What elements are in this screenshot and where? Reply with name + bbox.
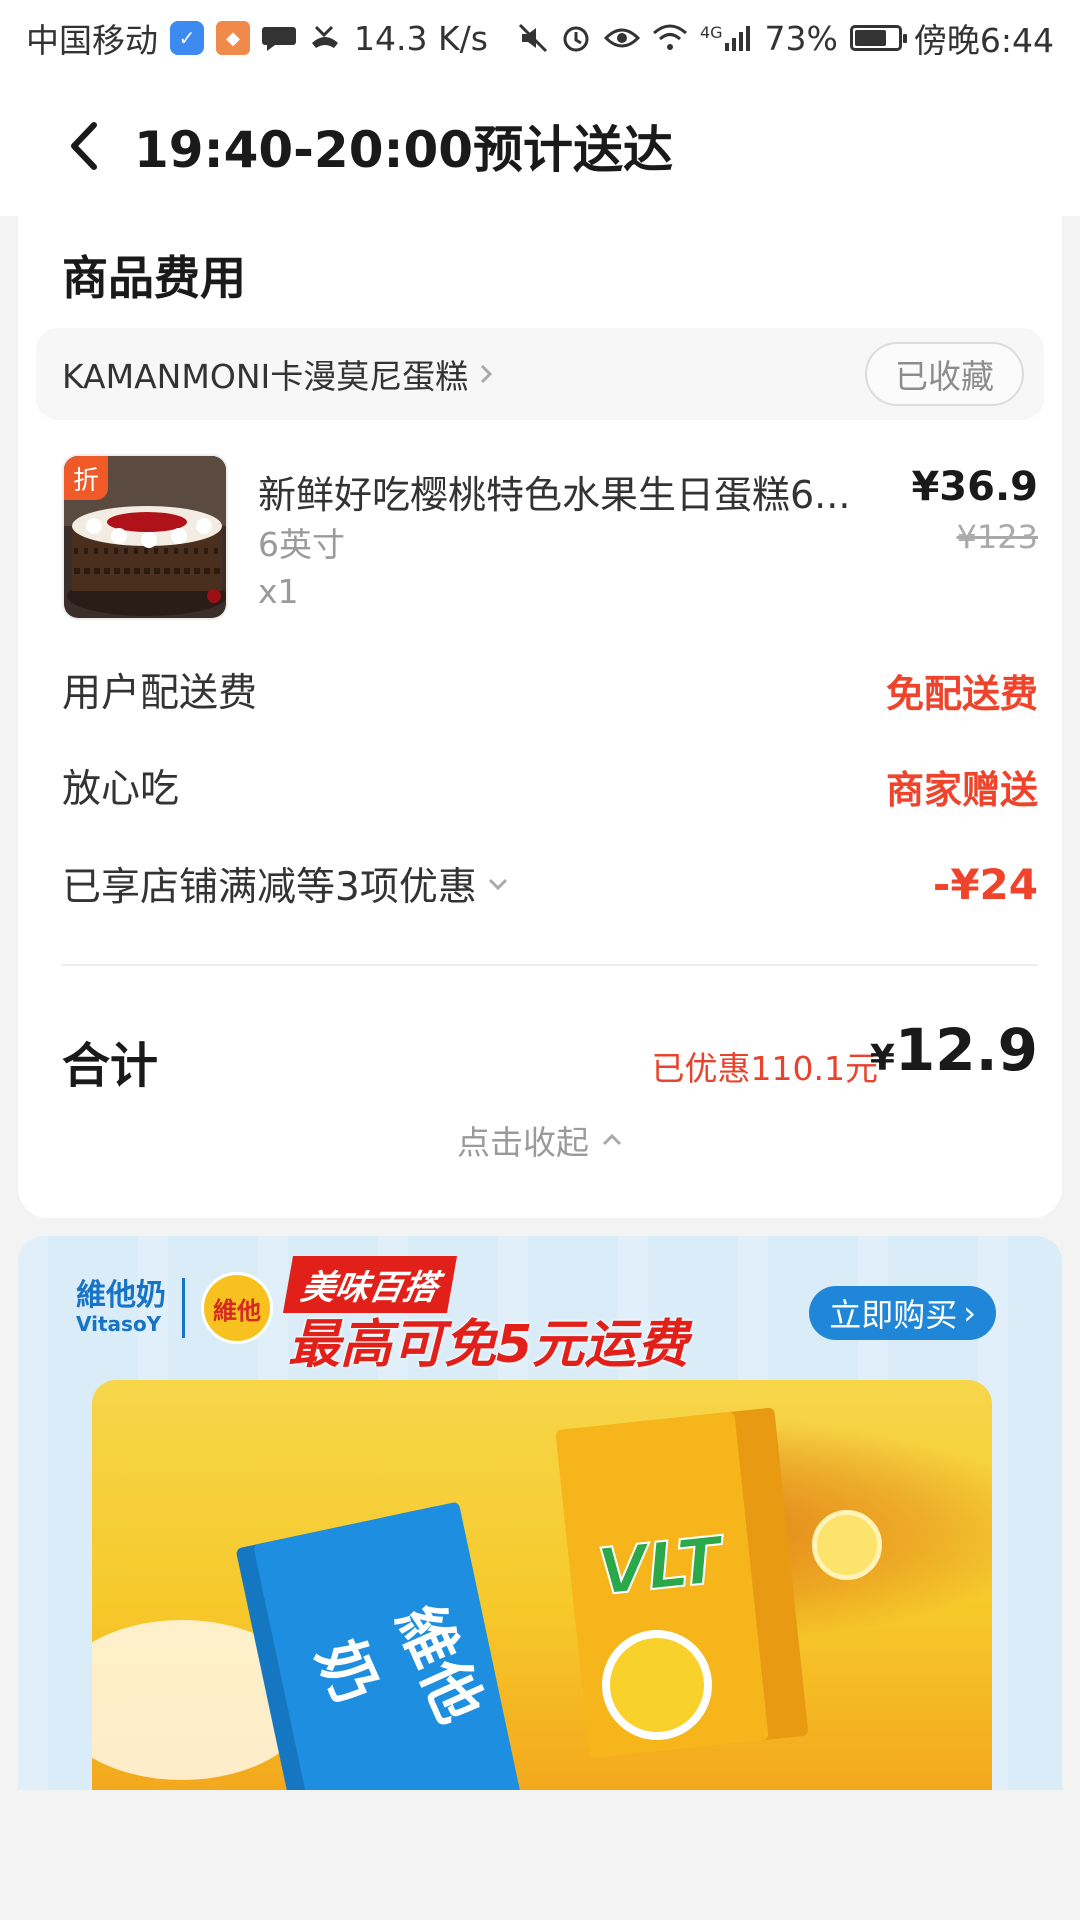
food-safety-row: 放心吃 商家赠送 — [62, 756, 1038, 816]
brand-en: VitasoY — [76, 1312, 162, 1336]
total-label: 合计 — [62, 1038, 159, 1094]
product-name: 新鲜好吃樱桃特色水果生日蛋糕6... — [258, 473, 851, 517]
status-right: 4G 73% 傍晚6:44 — [518, 14, 1054, 62]
divider — [62, 964, 1038, 966]
food-safety-value: 商家赠送 — [885, 767, 1038, 812]
clock: 傍晚6:44 — [913, 21, 1054, 60]
product-price: ¥36.9 — [911, 464, 1038, 510]
wifi-icon — [652, 23, 688, 53]
promo-line-2: 最高可免5元运费 — [288, 1315, 689, 1375]
favorite-button[interactable]: 已收藏 — [865, 342, 1024, 406]
store-link[interactable]: KAMANMONI卡漫莫尼蛋糕 — [62, 350, 494, 398]
brand-separator — [182, 1278, 185, 1338]
lemon-tea-pack-label: VLT — [594, 1523, 726, 1611]
message-icon — [262, 23, 296, 53]
total-number: 12.9 — [894, 1016, 1038, 1084]
collapse-button[interactable]: 点击收起 — [18, 1116, 1062, 1164]
collapse-label: 点击收起 — [457, 1123, 589, 1162]
discount-row[interactable]: 已享店铺满减等3项优惠 -¥24 — [62, 854, 1038, 914]
network-speed: 14.3 K/s — [354, 18, 488, 58]
delivery-fee-row: 用户配送费 免配送费 — [62, 660, 1038, 720]
lemon-slice — [602, 1630, 712, 1740]
discount-label: 已享店铺满减等3项优惠 — [62, 865, 477, 910]
product-thumbnail[interactable]: 折 — [62, 454, 228, 620]
battery-icon — [849, 25, 907, 51]
brand-block: 維他奶 VitasoY 維他 — [76, 1272, 273, 1344]
page-title: 19:40-20:00预计送达 — [134, 121, 674, 179]
alarm-icon — [560, 22, 592, 54]
eye-icon — [603, 25, 640, 51]
product-photo: 維他奶 VLT — [92, 1380, 992, 1790]
store-name: KAMANMONI卡漫莫尼蛋糕 — [62, 357, 469, 396]
store-row[interactable]: KAMANMONI卡漫莫尼蛋糕 已收藏 — [36, 328, 1044, 420]
back-arrow-icon[interactable] — [58, 116, 108, 176]
section-title: 商品费用 — [62, 251, 246, 305]
status-bar: 中国移动 ✓ ◆ 14.3 K/s 4G 73% 傍晚6:44 — [0, 0, 1080, 76]
delivery-fee-label: 用户配送费 — [62, 671, 258, 716]
buy-now-button[interactable]: 立即购买 › — [809, 1286, 996, 1340]
buy-now-label: 立即购买 — [829, 1296, 958, 1334]
discount-value: -¥24 — [932, 859, 1038, 909]
chevron-right-icon: › — [963, 1294, 976, 1332]
mute-icon — [518, 23, 548, 53]
app-notification-icon: ◆ — [216, 21, 250, 55]
battery-percent: 73% — [764, 18, 838, 58]
soy-milk-pack: 維他奶 — [253, 1501, 521, 1790]
total-amount: ¥12.9 — [870, 1016, 1038, 1084]
product-item[interactable]: 折 新鲜好吃樱桃特色水果生日蛋糕6... 6英寸 x1 ¥36.9 ¥123 — [62, 454, 1038, 624]
food-safety-label: 放心吃 — [62, 767, 180, 812]
chevron-up-icon — [602, 1133, 622, 1146]
chevron-down-icon — [488, 878, 507, 891]
signal-icon: 4G — [700, 23, 753, 53]
status-left: 中国移动 ✓ ◆ 14.3 K/s — [26, 14, 488, 62]
product-quantity: x1 — [258, 572, 299, 611]
total-row: 合计 已优惠110.1元 ¥12.9 — [62, 1016, 1038, 1096]
brand-cn: 維他奶 — [76, 1278, 166, 1313]
product-spec: 6英寸 — [258, 525, 345, 564]
shield-icon: ✓ — [170, 21, 204, 55]
product-original-price: ¥123 — [956, 518, 1038, 556]
page-header: 19:40-20:00预计送达 — [0, 76, 1080, 216]
chevron-right-icon — [481, 364, 493, 384]
fee-card: 商品费用 KAMANMONI卡漫莫尼蛋糕 已收藏 折 新鲜好吃樱桃特色水果生日蛋… — [18, 216, 1062, 1218]
brand-name: 維他奶 VitasoY — [76, 1278, 166, 1337]
carrier-label: 中国移动 — [26, 21, 158, 60]
brand-logo: 維他 — [201, 1272, 273, 1344]
delivery-fee-value: 免配送费 — [885, 671, 1038, 716]
discount-badge: 折 — [64, 456, 108, 500]
promo-banner[interactable]: 維他奶 VitasoY 維他 美味百搭 最高可免5元运费 立即购买 › 維他奶 … — [18, 1236, 1062, 1790]
network-type: 4G — [699, 23, 723, 42]
soy-milk-pack-label: 維他奶 — [302, 1594, 496, 1733]
missed-call-icon — [308, 23, 342, 53]
lemon-slice-small — [812, 1510, 882, 1580]
saved-amount: 已优惠110.1元 — [651, 1049, 878, 1088]
discount-toggle[interactable]: 已享店铺满减等3项优惠 — [62, 856, 509, 912]
total-currency: ¥ — [869, 1038, 895, 1079]
